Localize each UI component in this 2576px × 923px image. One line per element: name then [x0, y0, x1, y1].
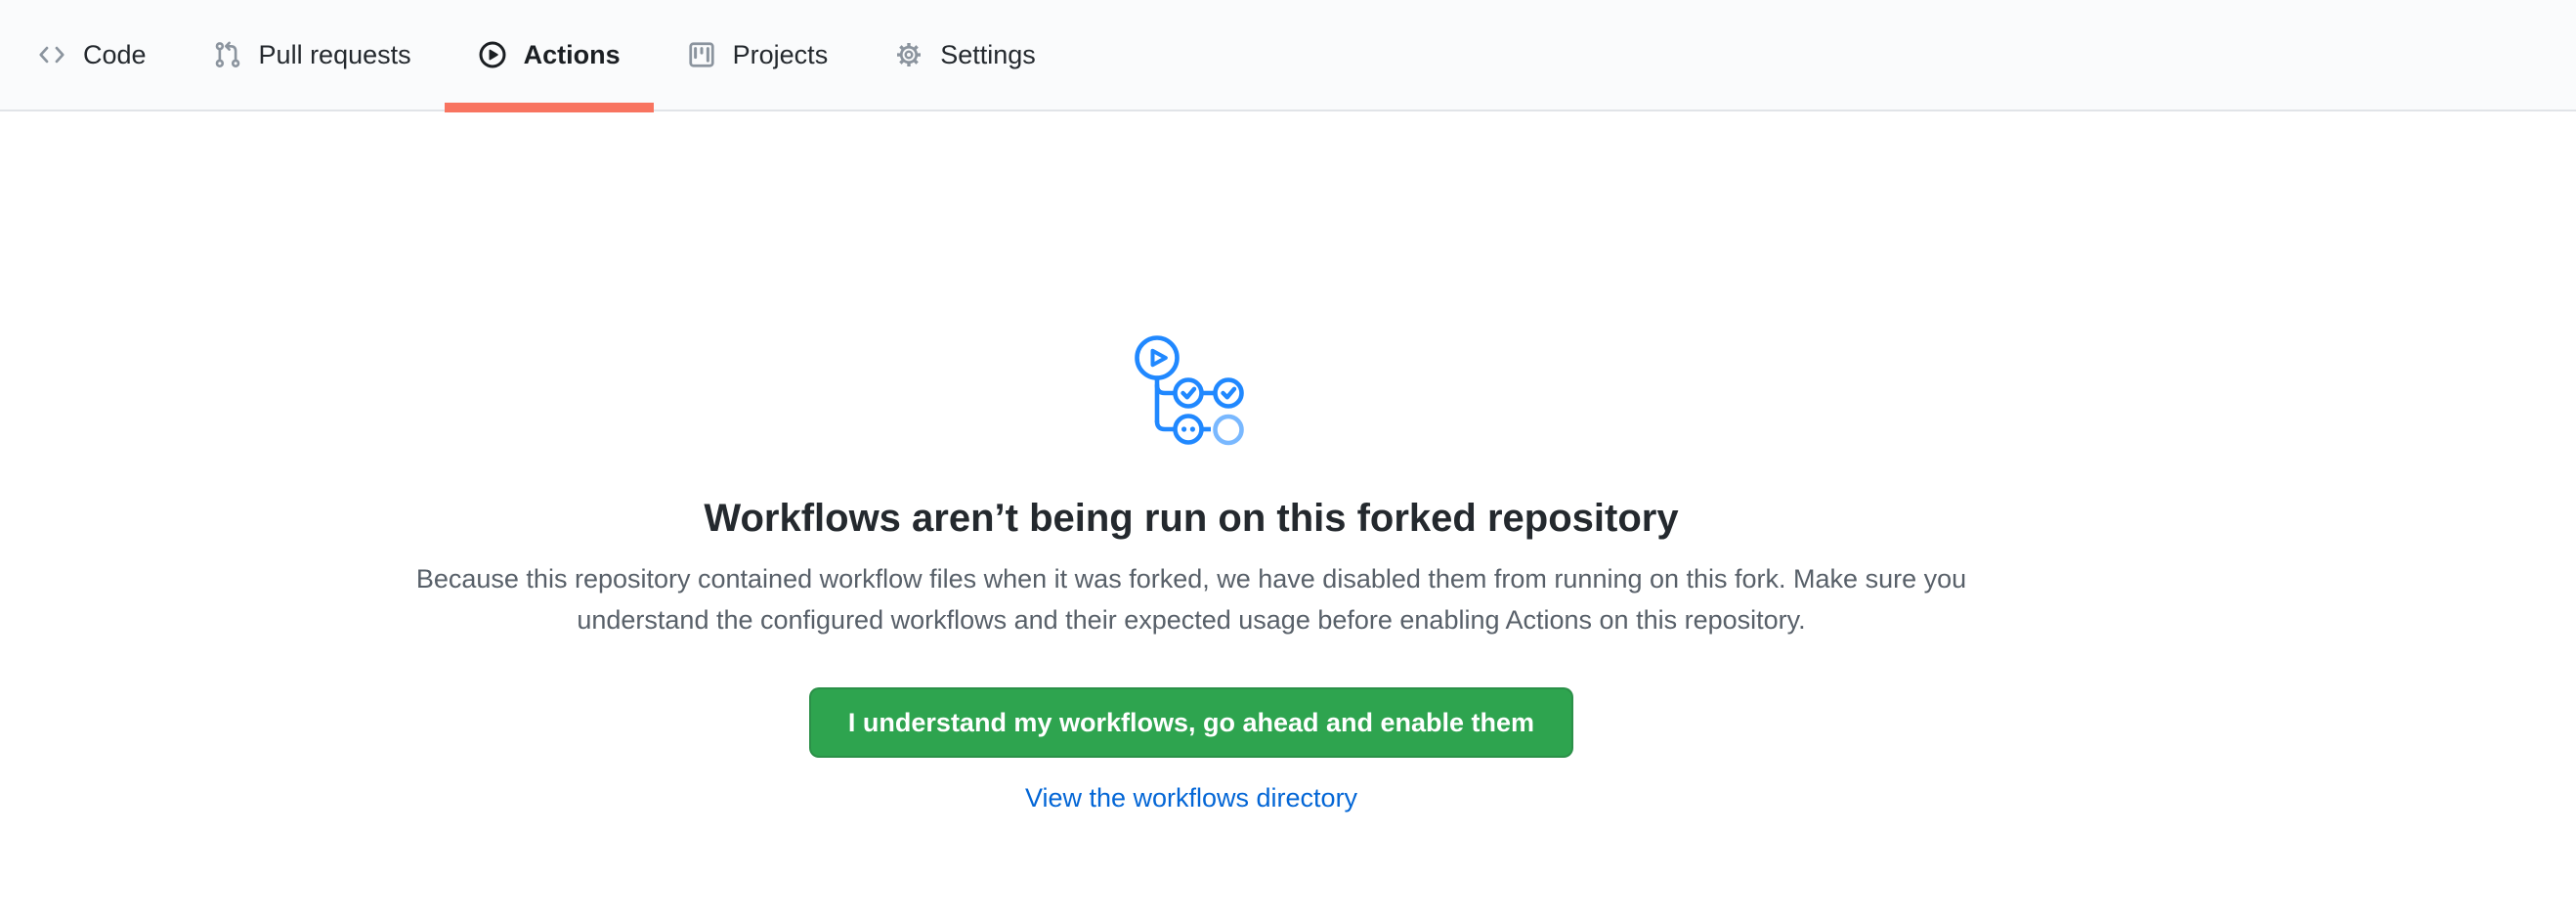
button-row: I understand my workflows, go ahead and … — [0, 640, 2383, 758]
project-board-icon — [687, 40, 716, 69]
tab-label: Code — [83, 42, 147, 68]
tab-label: Projects — [733, 42, 829, 68]
tab-label: Settings — [940, 42, 1036, 68]
tab-actions[interactable]: Actions — [445, 0, 654, 110]
workflow-graph-icon — [1133, 330, 1250, 451]
actions-blankslate: Workflows aren’t being run on this forke… — [0, 111, 2383, 813]
tab-code[interactable]: Code — [4, 0, 180, 110]
code-icon — [37, 40, 66, 69]
view-workflows-directory-link[interactable]: View the workflows directory — [1025, 783, 1357, 813]
tab-settings[interactable]: Settings — [861, 0, 1069, 110]
tab-label: Pull requests — [259, 42, 411, 68]
tab-label: Actions — [524, 42, 621, 68]
play-circle-icon — [478, 40, 507, 69]
blankslate-title: Workflows aren’t being run on this forke… — [0, 494, 2383, 543]
enable-workflows-button[interactable]: I understand my workflows, go ahead and … — [809, 687, 1573, 758]
tab-projects[interactable]: Projects — [654, 0, 862, 110]
tab-pull-requests[interactable]: Pull requests — [180, 0, 445, 110]
repo-tab-nav: Code Pull requests Actions — [0, 0, 2576, 111]
gear-icon — [894, 40, 923, 69]
link-row: View the workflows directory — [0, 758, 2383, 813]
blankslate-description: Because this repository contained workfl… — [385, 558, 1997, 640]
pull-request-icon — [213, 40, 242, 69]
